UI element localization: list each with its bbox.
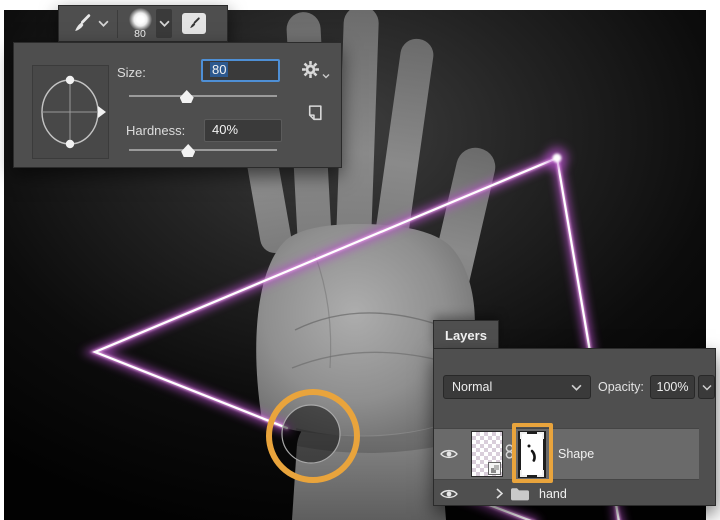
eye-icon (440, 489, 458, 498)
hardness-label: Hardness: (126, 123, 186, 138)
chevron-down-icon (571, 384, 582, 391)
hardness-slider-track (129, 149, 277, 151)
mask-thumbnail-image (518, 430, 546, 478)
size-slider-track (129, 95, 277, 97)
chevron-down-icon (701, 384, 712, 391)
brush-settings-popup: Size: 80 Hardness: 40% (13, 42, 342, 168)
link-icon[interactable] (505, 444, 514, 464)
panel-menu[interactable] (301, 60, 330, 79)
new-preset-icon[interactable] (306, 104, 324, 122)
layer-mask-thumbnail[interactable] (515, 429, 549, 480)
brush-preset-preview[interactable]: 80 (126, 7, 154, 40)
brush-panel-toggle-icon[interactable] (182, 13, 206, 34)
brush-options-bar: 80 (58, 5, 228, 42)
hardness-input[interactable]: 40% (204, 119, 282, 142)
chevron-down-icon[interactable] (98, 20, 109, 27)
opacity-value: 100% (656, 380, 689, 394)
opacity-value-box[interactable]: 100% (650, 375, 695, 399)
layer-row-shape[interactable]: Shape (434, 428, 699, 480)
brush-preset-picker-chevron[interactable] (156, 9, 172, 38)
hardness-value: 40% (212, 122, 239, 137)
layers-panel: Layers Normal Opacity: 100% Shape hand (433, 320, 716, 506)
clipping-badge-icon (488, 462, 501, 475)
group-expand-toggle[interactable] (492, 488, 506, 499)
layers-tab-label: Layers (445, 327, 487, 343)
brush-tool-icon[interactable] (71, 13, 92, 34)
mask-selection-bracket (537, 469, 544, 477)
size-label: Size: (117, 65, 146, 80)
layers-panel-tab[interactable]: Layers (433, 320, 499, 349)
size-input[interactable]: 80 (201, 59, 280, 82)
visibility-toggle[interactable] (434, 448, 464, 460)
layers-panel-body: Normal Opacity: 100% Shape hand (433, 348, 716, 506)
hardness-slider-thumb[interactable] (181, 144, 196, 157)
layer-name: hand (539, 486, 567, 501)
opacity-label: Opacity: (598, 380, 644, 394)
size-value: 80 (210, 62, 229, 77)
screenshot-stage: 80 Size: 80 Hardness: 40% Layers Normal … (0, 0, 720, 520)
size-slider[interactable] (129, 89, 277, 103)
layer-row-hand[interactable]: hand (434, 481, 715, 506)
angle-arrow-handle (98, 106, 106, 118)
layer-name: Shape (558, 447, 595, 461)
opacity-dropdown-chevron[interactable] (698, 375, 715, 399)
brush-angle-roundness-control[interactable] (32, 65, 109, 159)
layer-thumbnail-transparency[interactable] (471, 431, 503, 477)
brush-cursor (281, 404, 341, 464)
mask-selection-bracket (520, 431, 527, 439)
brush-size-readout: 80 (134, 27, 146, 40)
roundness-handle-top (65, 75, 75, 85)
folder-icon (510, 487, 530, 501)
chevron-right-icon (495, 488, 503, 499)
blend-mode-value: Normal (452, 380, 493, 394)
gear-icon (302, 61, 319, 78)
hardness-slider[interactable] (129, 143, 277, 157)
size-slider-thumb[interactable] (179, 90, 194, 103)
roundness-handle-bottom (65, 139, 75, 149)
mask-selection-bracket (520, 469, 527, 477)
visibility-toggle[interactable] (434, 488, 464, 500)
blend-mode-dropdown[interactable]: Normal (443, 375, 591, 399)
toolbar-separator (117, 9, 118, 38)
chevron-down-icon (322, 74, 330, 79)
mask-selection-bracket (537, 431, 544, 439)
eye-icon (440, 449, 458, 459)
